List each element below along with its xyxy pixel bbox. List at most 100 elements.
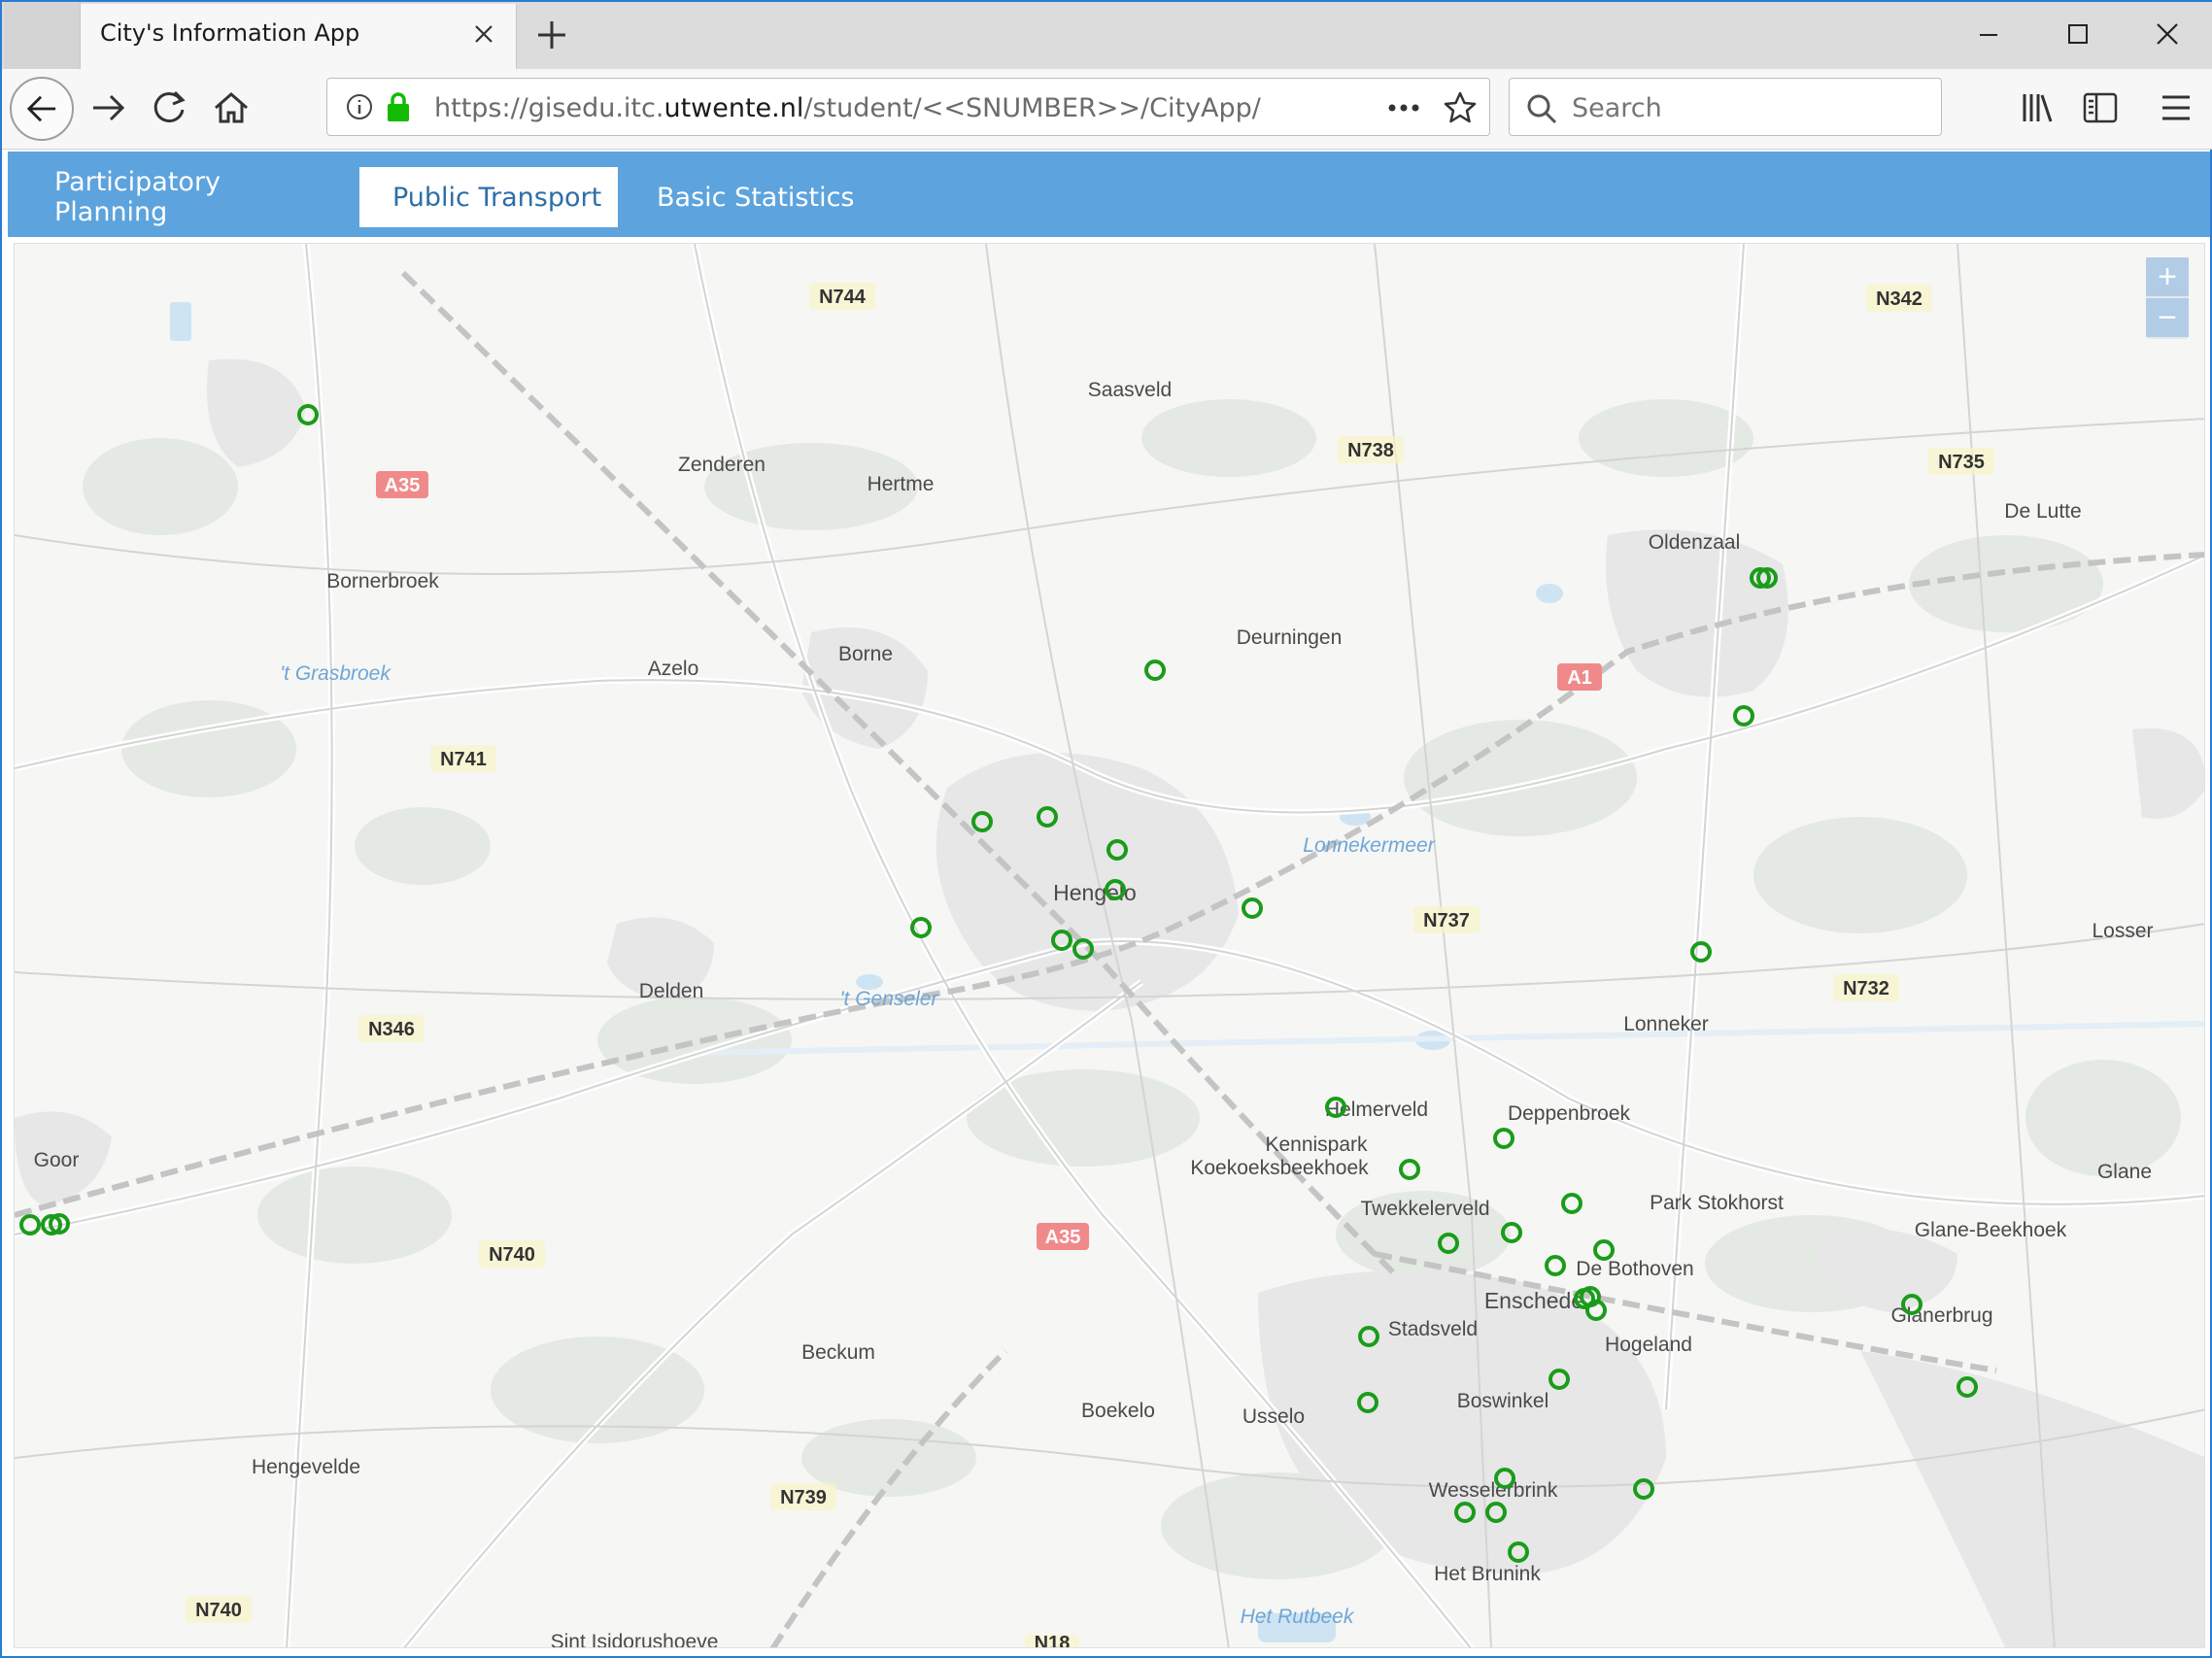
bus-stop-marker xyxy=(1399,1159,1420,1180)
forward-icon[interactable] xyxy=(84,83,134,133)
road-label-n740-south: N740 xyxy=(186,1596,252,1623)
tab-title: City's Information App xyxy=(100,19,360,47)
tab-basic-statistics[interactable]: Basic Statistics xyxy=(647,165,870,229)
water-label: 't Grasbroek xyxy=(280,662,391,685)
zoom-in-button[interactable]: + xyxy=(2146,257,2189,296)
home-icon[interactable] xyxy=(206,83,256,133)
road-label-a35-south: A35 xyxy=(1037,1223,1089,1250)
svg-text:N739: N739 xyxy=(780,1487,827,1508)
bookmark-star-icon[interactable] xyxy=(1443,90,1478,125)
tab-spacer xyxy=(4,2,81,69)
svg-text:N342: N342 xyxy=(1876,288,1923,310)
place-label: Hertme xyxy=(868,473,935,495)
new-tab-icon[interactable] xyxy=(532,16,571,54)
svg-text:N741: N741 xyxy=(440,749,487,770)
place-label: De Lutte xyxy=(2004,500,2081,523)
tab-public-transport[interactable]: Public Transport xyxy=(357,165,620,229)
road-label-n737: N737 xyxy=(1413,906,1480,933)
road-label-a35-north: A35 xyxy=(376,471,428,498)
place-label: Wesselerbrink xyxy=(1429,1479,1558,1502)
minimize-icon[interactable] xyxy=(1966,16,2011,54)
library-icon[interactable] xyxy=(2019,88,2058,127)
road-label-n342: N342 xyxy=(1866,285,1932,312)
place-label: Deurningen xyxy=(1237,626,1343,649)
place-label: Park Stokhorst xyxy=(1650,1192,1784,1214)
navigation-toolbar: https://gisedu.itc.utwente.nl/student/<<… xyxy=(2,69,2212,150)
url-domain: utwente.nl xyxy=(664,93,804,123)
place-label: Deppenbroek xyxy=(1508,1102,1631,1125)
water-label: Lonnekermeer xyxy=(1303,834,1435,857)
sidebar-icon[interactable] xyxy=(2081,88,2120,127)
url-text[interactable]: https://gisedu.itc.utwente.nl/student/<<… xyxy=(434,93,1261,123)
water-label: Het Rutbeek xyxy=(1241,1606,1355,1628)
place-label: Zenderen xyxy=(678,454,766,476)
place-label: Saasveld xyxy=(1088,379,1172,401)
svg-text:N735: N735 xyxy=(1938,452,1985,473)
zoom-control: + − xyxy=(2146,257,2189,339)
road-label-n744: N744 xyxy=(809,283,875,310)
tab-participatory-planning[interactable]: Participatory Planning xyxy=(41,165,332,229)
road-label-n740: N740 xyxy=(479,1240,545,1268)
app-navigation: Participatory Planning Public Transport … xyxy=(8,152,2210,237)
place-label: Oldenzaal xyxy=(1649,531,1741,554)
svg-text:N737: N737 xyxy=(1423,910,1470,931)
lock-icon[interactable] xyxy=(384,90,413,123)
svg-text:N740: N740 xyxy=(195,1600,242,1621)
place-label: De Bothoven xyxy=(1576,1258,1693,1280)
svg-text:A35: A35 xyxy=(1045,1227,1081,1248)
svg-text:N740: N740 xyxy=(489,1244,535,1266)
place-label: Stadsveld xyxy=(1388,1318,1478,1340)
bus-stop-marker xyxy=(1545,1255,1566,1276)
road-label-n346: N346 xyxy=(358,1015,425,1042)
place-label: Goor xyxy=(34,1149,80,1171)
place-label: Hengevelde xyxy=(252,1456,360,1478)
info-icon[interactable] xyxy=(345,92,374,121)
place-label: Koekoeksbeekhoek xyxy=(1190,1157,1369,1179)
browser-tab[interactable]: City's Information App xyxy=(80,4,517,69)
place-label: Usselo xyxy=(1242,1405,1305,1428)
bus-stop-marker xyxy=(1733,705,1754,727)
svg-text:N744: N744 xyxy=(819,287,867,308)
road-label-n741: N741 xyxy=(430,745,496,772)
place-label: Boekelo xyxy=(1081,1400,1155,1422)
reload-icon[interactable] xyxy=(144,83,194,133)
search-bar[interactable]: Search xyxy=(1509,78,1942,136)
back-icon[interactable] xyxy=(10,77,74,141)
bus-stop-marker xyxy=(1561,1193,1582,1214)
search-placeholder: Search xyxy=(1572,93,1662,123)
road-label-n732: N732 xyxy=(1833,974,1899,1001)
menu-icon[interactable] xyxy=(2157,88,2195,127)
water-label: 't Genseler xyxy=(840,988,939,1010)
map-view[interactable]: N744 N342 N738 N735 A35 A1 N741 N737 N73… xyxy=(14,243,2205,1648)
place-label: Bornerbroek xyxy=(326,570,439,592)
svg-text:N732: N732 xyxy=(1843,978,1889,999)
page-actions-icon[interactable] xyxy=(1386,98,1421,118)
place-label: Beckum xyxy=(801,1341,875,1364)
svg-text:A35: A35 xyxy=(385,475,421,496)
road-label-n738: N738 xyxy=(1338,436,1404,463)
url-path: /student/<<SNUMBER>>/CityApp/ xyxy=(803,93,1261,123)
address-bar[interactable]: https://gisedu.itc.utwente.nl/student/<<… xyxy=(326,78,1490,136)
close-tab-icon[interactable] xyxy=(469,19,498,49)
place-label: Het Brunink xyxy=(1434,1563,1541,1585)
search-icon xyxy=(1527,94,1557,124)
bus-stop-marker xyxy=(1493,1128,1514,1149)
place-label: Kennispark xyxy=(1265,1134,1368,1156)
place-label: Glane xyxy=(2097,1161,2152,1183)
place-label: Sint Isidorushoeve xyxy=(551,1631,719,1648)
close-window-icon[interactable] xyxy=(2145,16,2190,54)
maximize-icon[interactable] xyxy=(2056,16,2100,54)
place-label: Enschede xyxy=(1484,1288,1583,1313)
bus-stop-marker xyxy=(1593,1239,1615,1261)
browser-window: City's Information App https://gisedu.it… xyxy=(0,0,2212,1658)
svg-text:N346: N346 xyxy=(368,1019,415,1040)
place-label: Hogeland xyxy=(1605,1334,1692,1356)
road-label-a1: A1 xyxy=(1557,663,1602,691)
place-label: Losser xyxy=(2092,920,2153,942)
place-label: Boswinkel xyxy=(1457,1390,1549,1412)
place-label: Twekkelerveld xyxy=(1360,1198,1489,1220)
zoom-out-button[interactable]: − xyxy=(2146,298,2189,337)
road-label-n739: N739 xyxy=(770,1483,836,1510)
map-canvas[interactable]: N744 N342 N738 N735 A35 A1 N741 N737 N73… xyxy=(15,244,2205,1648)
bus-stop-marker xyxy=(1242,897,1263,919)
